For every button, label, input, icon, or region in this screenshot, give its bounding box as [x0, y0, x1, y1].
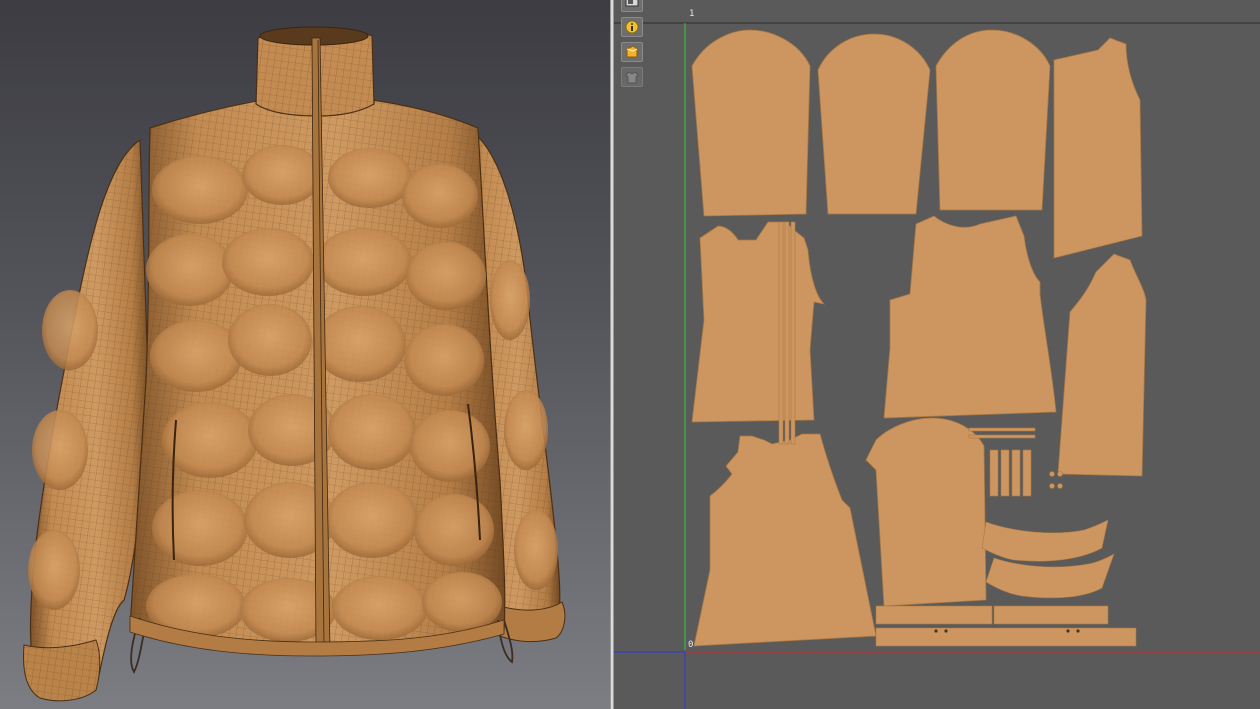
uv-toolbar [621, 0, 645, 92]
3d-viewport[interactable] [0, 0, 610, 709]
uv-side-panel-2 [1057, 253, 1147, 477]
display-mode-icon [625, 0, 639, 8]
uv-sleeve-1 [691, 29, 811, 217]
origin-label: 0 [688, 640, 694, 650]
pattern-icon [625, 70, 639, 84]
uv-sleeve-3 [935, 29, 1051, 211]
display-mode-button[interactable] [621, 0, 643, 12]
uv-editor-viewport[interactable]: 1 0 [614, 0, 1260, 709]
info-icon [625, 20, 639, 34]
uv-zipper-strips [778, 221, 796, 445]
uv-side-panel-1 [1053, 37, 1143, 259]
pattern-button[interactable] [621, 67, 643, 87]
uv-back-panel-1 [883, 215, 1057, 419]
info-button[interactable] [621, 17, 643, 37]
uv-waistband [875, 627, 1137, 647]
uv-front-left-1 [691, 221, 826, 423]
material-icon [625, 45, 639, 59]
uv-hem-band-2 [993, 605, 1109, 625]
uv-hem-band-1 [875, 605, 993, 625]
uv-sleeve-4 [865, 417, 987, 607]
uv-sleeve-2 [817, 33, 931, 215]
uv-collar-strip-1 [981, 519, 1109, 562]
jacket-3d-model [23, 26, 566, 702]
uv-front-left-2 [693, 433, 877, 647]
uv-layout [614, 22, 1260, 709]
material-button[interactable] [621, 42, 643, 62]
v-axis-one-label: 1 [689, 9, 695, 19]
